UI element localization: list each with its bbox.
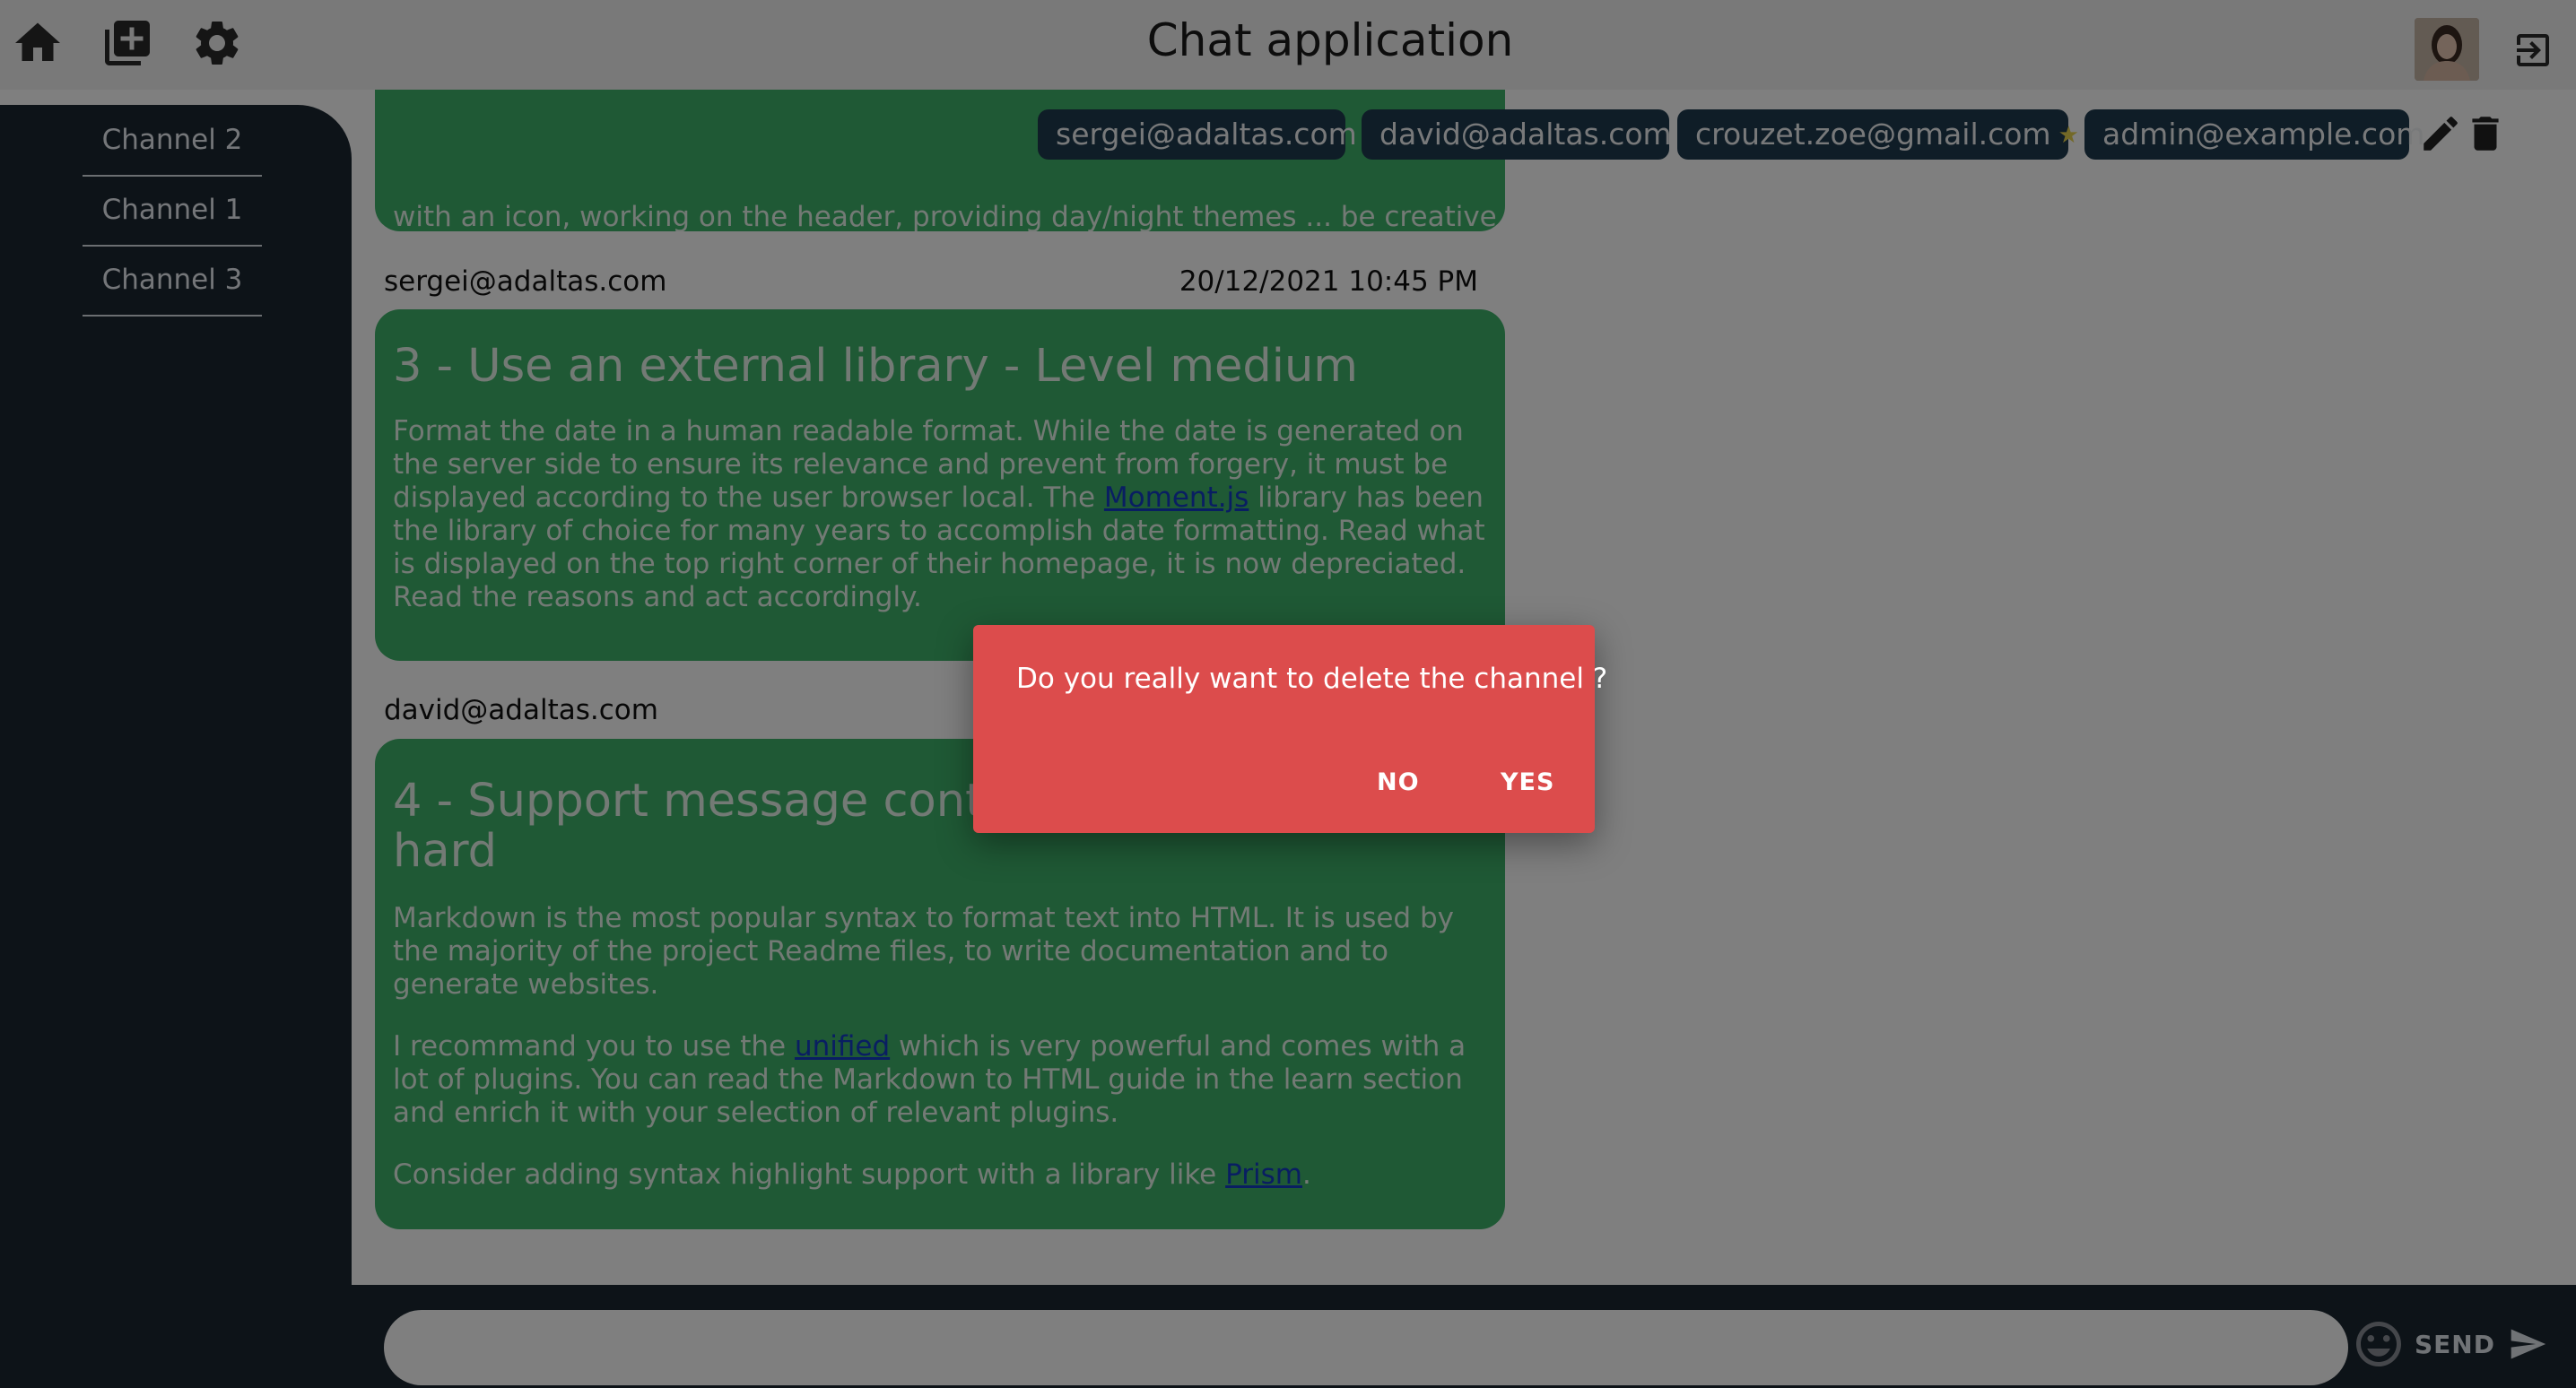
no-button[interactable]: NO xyxy=(1377,768,1420,796)
dialog-question: Do you really want to delete the channel… xyxy=(1016,663,1608,695)
chat-app: Chat application Channel 2 Channel 1 Cha… xyxy=(0,0,2576,1388)
delete-channel-dialog: Do you really want to delete the channel… xyxy=(973,625,1607,833)
yes-button[interactable]: YES xyxy=(1501,768,1554,796)
